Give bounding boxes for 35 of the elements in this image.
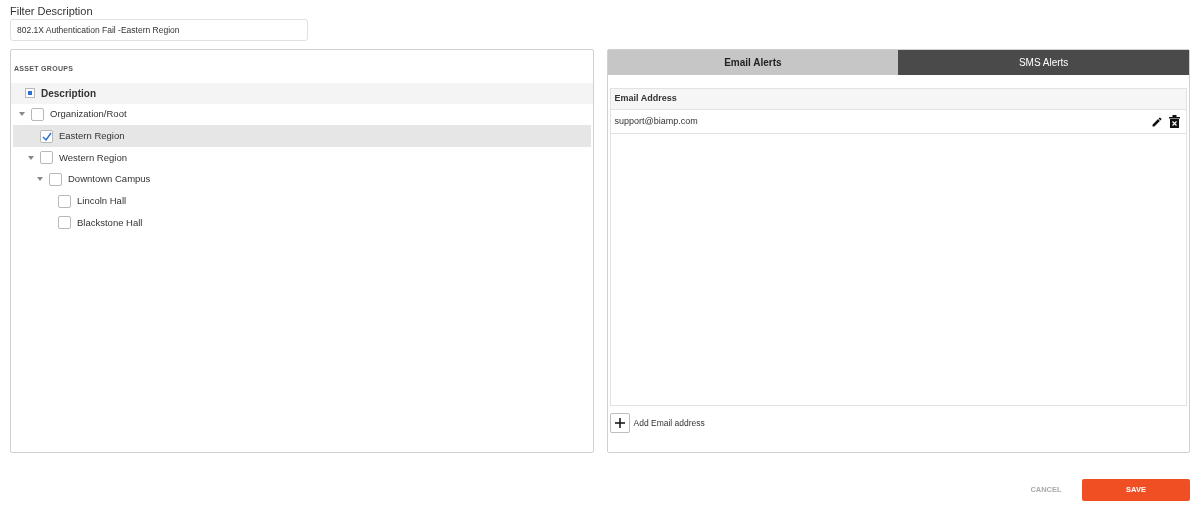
tree-row[interactable]: Lincoln Hall bbox=[13, 190, 591, 212]
checkbox[interactable] bbox=[58, 216, 71, 230]
email-cell-text: support@biamp.com bbox=[614, 114, 699, 128]
add-button[interactable] bbox=[609, 413, 630, 433]
header-checkbox[interactable] bbox=[25, 88, 35, 98]
filter-field[interactable]: 802.1X Authentication Fail -Eastern Region bbox=[10, 19, 308, 41]
edit-icon[interactable] bbox=[1151, 115, 1163, 128]
tree-row[interactable]: Western Region bbox=[13, 146, 591, 169]
tree-row[interactable]: Eastern Region bbox=[13, 125, 591, 147]
tree-label: Western Region bbox=[59, 150, 127, 165]
caret-icon[interactable] bbox=[28, 154, 34, 161]
tree-row[interactable]: Organization/Root bbox=[13, 103, 591, 126]
tree-label: Organization/Root bbox=[50, 107, 127, 122]
checkbox[interactable] bbox=[40, 129, 53, 143]
tree-label: Blackstone Hall bbox=[77, 215, 143, 230]
caret-icon[interactable] bbox=[37, 176, 43, 183]
checkbox[interactable] bbox=[40, 151, 53, 165]
checkbox[interactable] bbox=[58, 194, 71, 208]
checkbox[interactable] bbox=[49, 172, 62, 186]
tree-row[interactable]: Downtown Campus bbox=[13, 168, 591, 191]
caret-icon[interactable] bbox=[19, 111, 25, 118]
checkbox[interactable] bbox=[31, 107, 44, 121]
tree-row[interactable]: Blackstone Hall bbox=[13, 211, 591, 234]
plus-icon bbox=[614, 418, 625, 428]
check-icon bbox=[41, 131, 52, 141]
column-header: Description bbox=[41, 86, 96, 101]
tab[interactable]: SMS Alerts bbox=[898, 50, 1189, 75]
delete-icon[interactable] bbox=[1169, 115, 1180, 128]
tab[interactable]: Email Alerts bbox=[607, 50, 899, 75]
field-label: Filter Description bbox=[10, 4, 94, 16]
column-header: Email Address bbox=[610, 89, 1186, 110]
tree-label: Downtown Campus bbox=[68, 172, 151, 187]
tree-label: Eastern Region bbox=[59, 128, 125, 143]
add-email-link[interactable]: Add Email address bbox=[633, 416, 705, 430]
tree-label: Lincoln Hall bbox=[77, 193, 127, 208]
